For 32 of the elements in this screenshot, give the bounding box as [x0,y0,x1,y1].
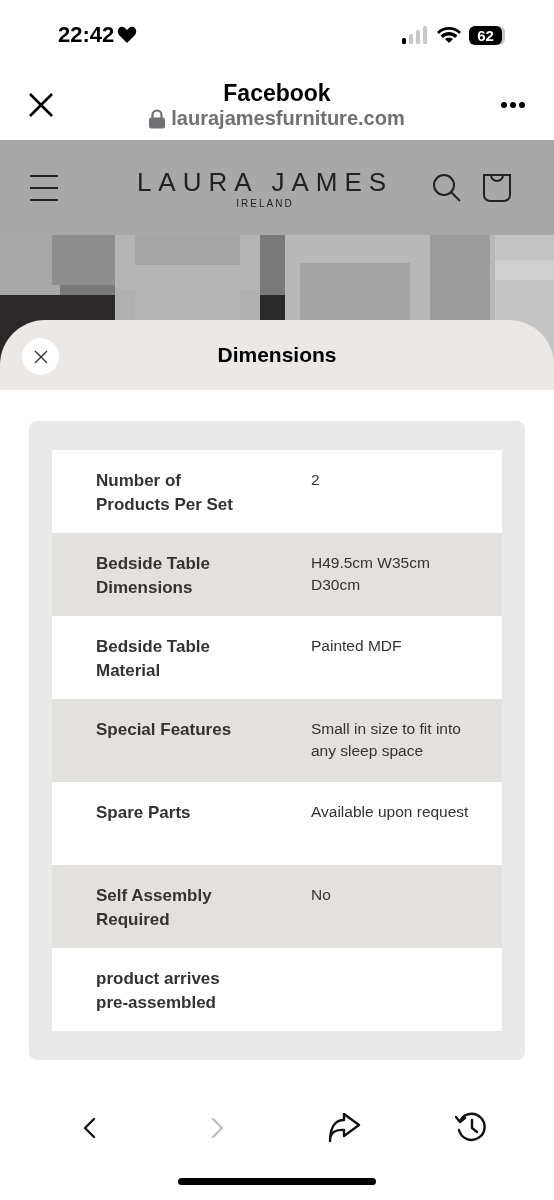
spec-label: Bedside Table Material [96,636,211,682]
battery-icon: 62 [469,25,502,45]
spec-label: Number of Products Per Set [96,470,234,516]
share-icon[interactable] [327,1113,362,1143]
status-time: 22:42 [58,22,115,48]
spec-value: H49.5cm W35cm D30cm [311,553,431,595]
heart-icon [117,26,138,44]
close-icon[interactable] [33,349,48,364]
menu-icon[interactable] [30,174,58,201]
logo-subtitle: IRELAND [236,197,294,209]
search-icon[interactable] [432,172,462,203]
close-icon[interactable] [28,92,54,118]
spec-label: Bedside Table Dimensions [96,553,211,599]
wifi-icon [437,26,461,44]
spec-value: Painted MDF [311,636,403,656]
spec-label: Self Assembly Required [96,885,213,931]
spec-label: Special Features [96,719,233,741]
sheet-title: Dimensions [217,343,337,367]
browser-title: Facebook [223,80,331,107]
spec-label: Spare Parts [96,802,192,824]
spec-value: Available upon request [311,802,470,822]
spec-value: No [311,885,332,905]
bag-icon[interactable] [482,172,512,203]
logo-text[interactable]: LAURA JAMES [136,166,394,198]
signal-icon [402,26,429,44]
back-icon[interactable] [82,1117,98,1139]
lock-icon [149,108,166,129]
spec-value: Small in size to fit into any sleep space [311,719,462,761]
url-text: laurajamesfurniture.com [171,107,405,130]
spec-value: 2 [311,470,321,490]
spec-label: product arrives pre-assembled [96,968,221,1014]
more-icon[interactable] [500,101,526,109]
